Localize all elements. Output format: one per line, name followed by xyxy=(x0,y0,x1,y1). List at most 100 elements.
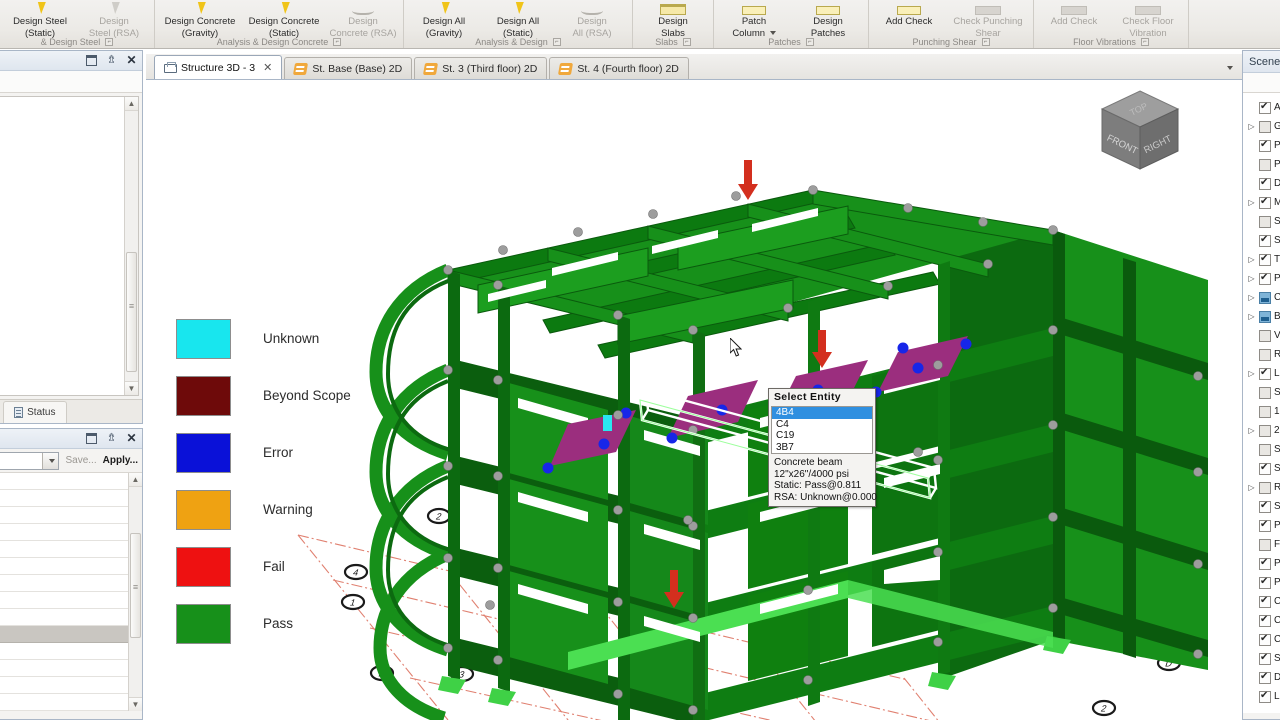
select-entity-item[interactable]: 4B4 xyxy=(772,407,872,419)
layer-visibility-checkbox[interactable] xyxy=(1259,481,1271,494)
layer-visibility-checkbox[interactable] xyxy=(1259,671,1271,684)
scroll-up-icon[interactable]: ▲ xyxy=(129,473,142,487)
layer-visibility-checkbox[interactable] xyxy=(1259,576,1271,589)
scene-layer-row[interactable]: ▷S xyxy=(1243,212,1280,231)
select-entity-item[interactable]: C19 xyxy=(772,430,872,442)
view-cube[interactable]: TOP FRONT RIGHT xyxy=(1092,85,1188,177)
scene-layer-row[interactable]: ▷V xyxy=(1243,326,1280,345)
document-tab-st-base-base-2d[interactable]: St. Base (Base) 2D xyxy=(284,57,413,79)
layer-visibility-checkbox[interactable] xyxy=(1259,500,1271,513)
properties-grid[interactable]: ▲ ▼ oncreteoncrete beameinforced]nima000… xyxy=(0,473,142,711)
ribbon-button-design-patches[interactable]: Design Patches xyxy=(791,0,865,39)
layer-visibility-checkbox[interactable] xyxy=(1259,101,1271,114)
scene-layer-row[interactable]: ▷C xyxy=(1243,611,1280,630)
property-row[interactable]: 0000° xyxy=(0,575,142,592)
close-icon[interactable]: ✕ xyxy=(263,61,272,74)
layer-visibility-checkbox[interactable] xyxy=(1259,348,1271,361)
properties-selector-combo[interactable] xyxy=(0,451,60,470)
scene-layer-row[interactable]: ▷P xyxy=(1243,516,1280,535)
document-tab-st-4-fourth-floor-2d[interactable]: St. 4 (Fourth floor) 2D xyxy=(549,57,689,79)
scene-layer-row[interactable]: ▷C xyxy=(1243,592,1280,611)
apply-button[interactable]: Apply... xyxy=(103,455,138,466)
ribbon-button-design-concrete-gravity[interactable]: Design Concrete (Gravity) xyxy=(158,0,242,39)
scene-layer-tree[interactable]: ▷A▷G▷P▷P▷D▷M▷S▷S▷T▷P▷C▷B▷V▷R▷L▷S▷1▷2▷S▷S… xyxy=(1243,93,1280,713)
layer-visibility-checkbox[interactable] xyxy=(1259,215,1271,228)
scene-layer-row[interactable]: ▷C xyxy=(1243,630,1280,649)
layer-visibility-checkbox[interactable] xyxy=(1259,652,1271,665)
scene-layer-row[interactable]: ▷C xyxy=(1243,288,1280,307)
dialog-launcher-icon[interactable]: ⌐ xyxy=(682,37,691,46)
scene-layer-row[interactable]: ▷L xyxy=(1243,364,1280,383)
expand-toggle-icon[interactable]: ▷ xyxy=(1247,255,1256,264)
restore-icon[interactable] xyxy=(86,433,97,444)
layer-visibility-checkbox[interactable] xyxy=(1259,462,1271,475)
layer-visibility-checkbox[interactable] xyxy=(1259,196,1271,209)
scene-layer-row[interactable]: ▷P xyxy=(1243,554,1280,573)
scene-layer-row[interactable]: ▷A xyxy=(1243,98,1280,117)
ribbon-button-patch-column[interactable]: Patch Column xyxy=(717,0,791,39)
pin-icon[interactable]: ⇯ xyxy=(106,55,117,66)
scroll-down-icon[interactable]: ▼ xyxy=(129,697,142,711)
restore-icon[interactable] xyxy=(86,55,97,66)
close-icon[interactable]: ✕ xyxy=(126,54,137,66)
ribbon-button-design-steel-static[interactable]: Design Steel (Static) xyxy=(3,0,77,39)
expand-toggle-icon[interactable]: ▷ xyxy=(1247,369,1256,378)
scene-layer-row[interactable]: ▷R xyxy=(1243,478,1280,497)
ribbon-button-design-all-gravity[interactable]: Design All (Gravity) xyxy=(407,0,481,39)
layer-visibility-checkbox[interactable] xyxy=(1259,443,1271,456)
ribbon-button-add-check[interactable]: Add Check xyxy=(872,0,946,27)
layer-visibility-checkbox[interactable] xyxy=(1259,424,1271,437)
property-row[interactable]: raight xyxy=(0,694,142,711)
expand-toggle-icon[interactable]: ▷ xyxy=(1247,122,1256,131)
scene-layer-row[interactable]: ▷T xyxy=(1243,250,1280,269)
groups-tree-scrollbar[interactable]: ▲ ▼ xyxy=(124,97,138,395)
scene-layer-row[interactable]: ▷P xyxy=(1243,573,1280,592)
document-tab-structure-3d-3[interactable]: Structure 3D - 3 ✕ xyxy=(154,55,283,79)
layer-visibility-checkbox[interactable] xyxy=(1259,234,1271,247)
panel-tab-status[interactable]: Status xyxy=(3,401,67,423)
select-entity-item[interactable]: C4 xyxy=(772,419,872,431)
dialog-launcher-icon[interactable]: ⌐ xyxy=(805,37,814,46)
layer-visibility-checkbox[interactable] xyxy=(1259,272,1271,285)
scene-layer-row[interactable]: ▷D xyxy=(1243,174,1280,193)
property-row[interactable]: ] xyxy=(0,609,142,626)
scene-layer-row[interactable]: ▷S xyxy=(1243,649,1280,668)
scene-layer-row[interactable]: ▷P xyxy=(1243,136,1280,155)
scene-layer-row[interactable]: ▷L xyxy=(1243,687,1280,706)
layer-visibility-checkbox[interactable] xyxy=(1259,557,1271,570)
layer-visibility-checkbox[interactable] xyxy=(1259,177,1271,190)
property-row[interactable]: einforced xyxy=(0,507,142,524)
properties-scrollbar[interactable]: ▲ ▼ xyxy=(128,473,142,711)
dialog-launcher-icon[interactable]: ⌐ xyxy=(333,37,342,46)
property-row[interactable]: "x26" xyxy=(0,660,142,677)
layer-visibility-checkbox[interactable] xyxy=(1259,310,1271,323)
property-row[interactable]: nima xyxy=(0,541,142,558)
tab-overflow-button[interactable] xyxy=(1222,61,1236,75)
scene-layer-row[interactable]: ▷B xyxy=(1243,307,1280,326)
scene-layer-row[interactable]: ▷G xyxy=(1243,117,1280,136)
model-viewport[interactable]: 1 2 4 B C 3 A D 2 D xyxy=(148,80,1240,720)
scene-layer-row[interactable]: ▷R xyxy=(1243,345,1280,364)
dialog-launcher-icon[interactable]: ⌐ xyxy=(1140,37,1149,46)
scene-layer-row[interactable]: ▷S xyxy=(1243,459,1280,478)
property-row[interactable]: ] xyxy=(0,592,142,609)
scene-layer-row[interactable]: ▷P xyxy=(1243,269,1280,288)
scene-layer-row[interactable]: ▷D xyxy=(1243,668,1280,687)
property-row[interactable] xyxy=(0,643,142,660)
save-button[interactable]: Save... xyxy=(65,455,96,466)
scene-layer-row[interactable]: ▷F xyxy=(1243,535,1280,554)
expand-toggle-icon[interactable]: ▷ xyxy=(1247,198,1256,207)
document-tab-st-3-third-floor-2d[interactable]: St. 3 (Third floor) 2D xyxy=(414,57,548,79)
layer-visibility-checkbox[interactable] xyxy=(1259,329,1271,342)
property-row[interactable] xyxy=(0,626,142,643)
close-icon[interactable]: ✕ xyxy=(126,432,137,444)
expand-toggle-icon[interactable]: ▷ xyxy=(1247,312,1256,321)
scene-layer-row[interactable]: ▷S xyxy=(1243,440,1280,459)
layer-visibility-checkbox[interactable] xyxy=(1259,633,1271,646)
layer-visibility-checkbox[interactable] xyxy=(1259,538,1271,551)
ribbon-button-design-slabs[interactable]: Design Slabs xyxy=(636,0,710,39)
layer-visibility-checkbox[interactable] xyxy=(1259,139,1271,152)
ribbon-button-design-all-static[interactable]: Design All (Static) xyxy=(481,0,555,39)
scene-layer-row[interactable]: ▷S xyxy=(1243,497,1280,516)
layer-visibility-checkbox[interactable] xyxy=(1259,614,1271,627)
